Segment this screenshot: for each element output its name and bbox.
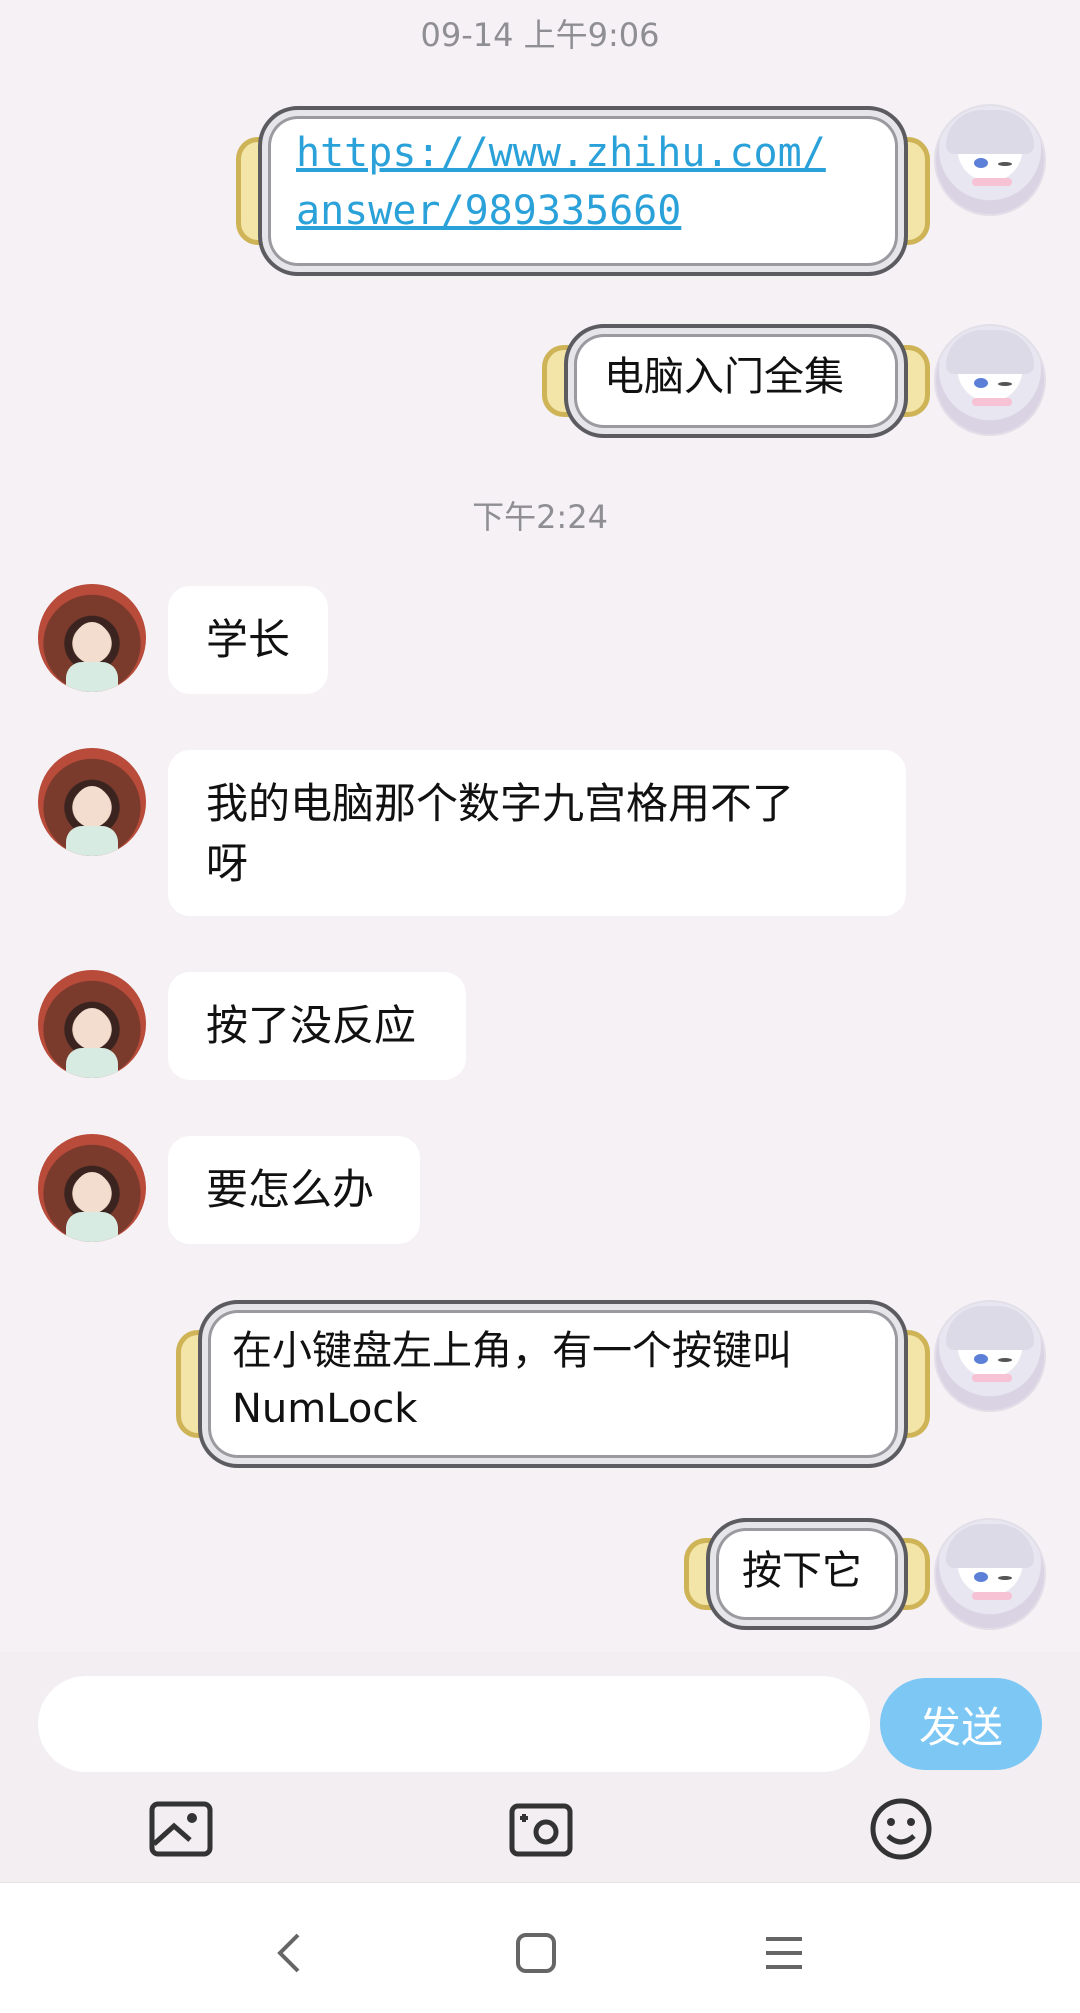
timestamp: 下午2:24 — [472, 498, 608, 536]
avatar[interactable] — [934, 104, 1046, 216]
message-text: 学长 — [206, 615, 291, 664]
message-bubble[interactable]: 按了没反应 — [168, 972, 466, 1080]
avatar[interactable] — [38, 748, 146, 856]
message-text: 呀 — [206, 839, 249, 888]
avatar[interactable] — [38, 584, 146, 692]
message-text: 按了没反应 — [206, 1001, 417, 1050]
back-icon[interactable] — [250, 1913, 330, 1993]
camera-icon[interactable] — [506, 1794, 576, 1864]
message-text: 电脑入门全集 — [604, 354, 844, 400]
message-text: 我的电脑那个数字九宫格用不了 — [206, 779, 795, 828]
emoji-icon[interactable] — [866, 1794, 936, 1864]
message-text: NumLock — [232, 1386, 418, 1432]
message-text: 按下它 — [742, 1548, 862, 1594]
message-text: 在小键盘左上角，有一个按键叫 — [232, 1328, 792, 1374]
message-bubble[interactable]: 电脑入门全集 — [542, 324, 930, 438]
message-bubble[interactable]: https://www.zhihu.com/ answer/989335660 — [236, 106, 930, 276]
avatar[interactable] — [934, 324, 1046, 436]
system-navigation-bar — [0, 1882, 1080, 2013]
avatar[interactable] — [38, 1134, 146, 1242]
menu-icon[interactable] — [744, 1913, 824, 1993]
composer: 发送 — [0, 1652, 1080, 1772]
message-bubble[interactable]: 我的电脑那个数字九宫格用不了 呀 — [168, 750, 906, 916]
avatar[interactable] — [38, 970, 146, 1078]
timestamp: 09-14 上午9:06 — [420, 16, 660, 54]
attachment-toolbar — [0, 1772, 1080, 1882]
message-bubble[interactable]: 要怎么办 — [168, 1136, 420, 1244]
message-bubble[interactable]: 按下它 — [684, 1518, 930, 1630]
send-button[interactable]: 发送 — [880, 1678, 1042, 1770]
message-bubble[interactable]: 学长 — [168, 586, 328, 694]
image-icon[interactable] — [146, 1794, 216, 1864]
message-input[interactable] — [38, 1676, 870, 1772]
avatar[interactable] — [934, 1518, 1046, 1630]
message-link[interactable]: answer/989335660 — [296, 182, 876, 240]
home-icon[interactable] — [496, 1913, 576, 1993]
message-bubble[interactable]: 在小键盘左上角，有一个按键叫 NumLock — [176, 1300, 930, 1468]
message-link[interactable]: https://www.zhihu.com/ — [296, 124, 876, 182]
avatar[interactable] — [934, 1300, 1046, 1412]
message-text: 要怎么办 — [206, 1165, 375, 1214]
